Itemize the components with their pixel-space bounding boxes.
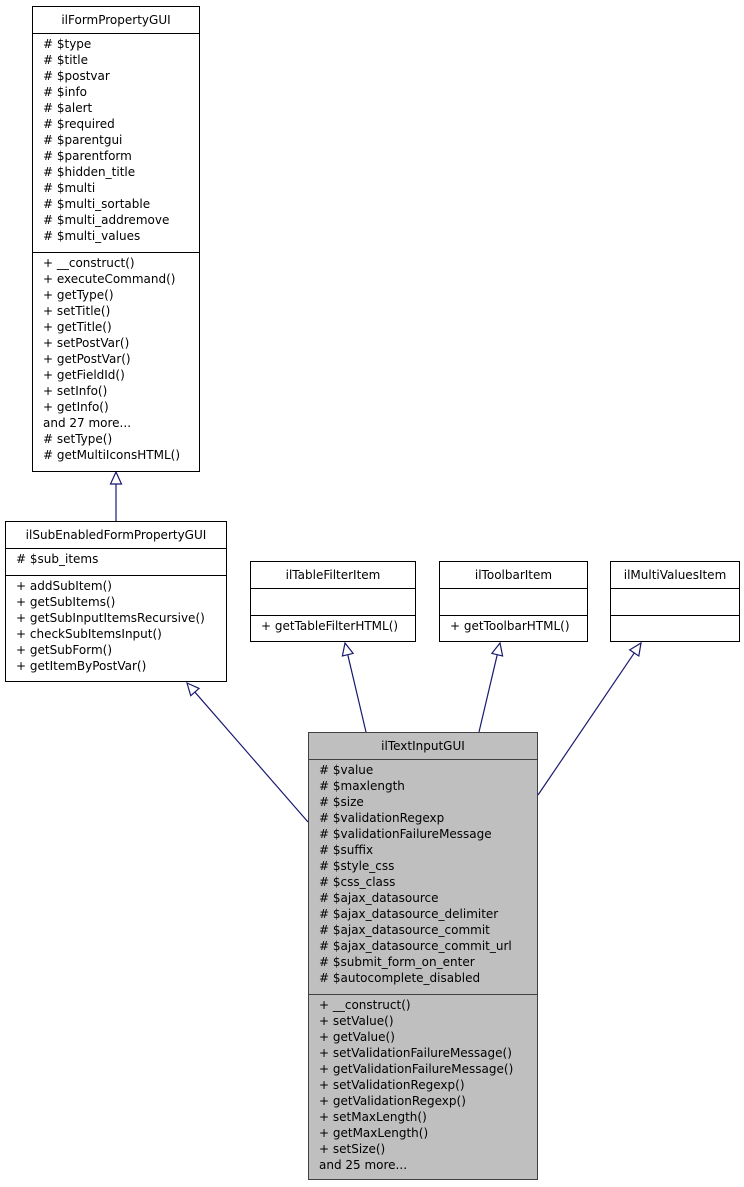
methods-section: + getToolbarHTML() — [440, 616, 587, 634]
class-name[interactable]: ilTableFilterItem — [251, 562, 415, 589]
attribute: # $required — [43, 117, 115, 131]
method: + checkSubItemsInput() — [16, 627, 162, 641]
method: + getInfo() — [43, 400, 109, 414]
attribute: # $autocomplete_disabled — [319, 971, 481, 985]
attribute: # $sub_items — [16, 552, 99, 566]
method: + setPostVar() — [43, 336, 130, 350]
attribute: # $maxlength — [319, 779, 405, 793]
attribute: # $ajax_datasource_commit — [319, 923, 490, 937]
inheritance-arrowhead-icon — [628, 641, 642, 658]
method: + setInfo() — [43, 384, 108, 398]
methods-section: + getTableFilterHTML() — [251, 616, 415, 634]
method: # setType() — [43, 432, 113, 446]
method: + getValue() — [319, 1030, 395, 1044]
edge-line — [537, 652, 635, 796]
class-name[interactable]: ilMultiValuesItem — [611, 562, 739, 589]
attribute: # $ajax_datasource — [319, 891, 439, 905]
method: + getValidationRegexp() — [319, 1094, 466, 1108]
edge-line — [347, 654, 367, 733]
class-name[interactable]: ilTextInputGUI — [309, 733, 537, 760]
inheritance-arrowhead-icon — [109, 470, 123, 485]
attribute: # $multi_values — [43, 229, 141, 243]
method: + getPostVar() — [43, 352, 131, 366]
attribute: # $validationFailureMessage — [319, 827, 492, 841]
methods-section: + __construct() + executeCommand() + getTy… — [33, 253, 199, 463]
method: # getMultiIconsHTML() — [43, 448, 180, 462]
more-methods-link[interactable]: and 25 more... — [319, 1157, 537, 1173]
attribute: # $title — [43, 53, 88, 67]
attribute: # $parentgui — [43, 133, 123, 147]
attribute: # $css_class — [319, 875, 396, 889]
method: + getType() — [43, 288, 114, 302]
class-box-ilTextInputGUI[interactable]: ilTextInputGUI # $value # $maxlength # $siz… — [308, 732, 538, 1180]
attribute: # $hidden_title — [43, 165, 136, 179]
attribute: # $value — [319, 763, 374, 777]
attributes-section — [440, 589, 587, 616]
attributes-section: # $value # $maxlength # $size # $validation… — [309, 760, 537, 995]
method: + getSubItems() — [16, 595, 116, 609]
attributes-section: # $sub_items — [6, 549, 226, 576]
attribute: # $info — [43, 85, 88, 99]
method: + setValue() — [319, 1014, 394, 1028]
inheritance-arrowhead-icon — [490, 641, 504, 657]
attributes-section — [251, 589, 415, 616]
method: + getSubForm() — [16, 643, 113, 657]
class-name[interactable]: ilFormPropertyGUI — [33, 7, 199, 34]
method: + executeCommand() — [43, 272, 176, 286]
method: + setValidationFailureMessage() — [319, 1046, 512, 1060]
edge-line — [194, 691, 309, 823]
attribute: # $style_css — [319, 859, 395, 873]
attribute: # $parentform — [43, 149, 132, 163]
class-box-ilSubEnabledFormPropertyGUI[interactable]: ilSubEnabledFormPropertyGUI # $sub_items +… — [5, 521, 227, 682]
method: + getItemByPostVar() — [16, 659, 147, 673]
method: + __construct() — [43, 256, 135, 270]
methods-section — [611, 616, 739, 618]
attribute: # $ajax_datasource_delimiter — [319, 907, 499, 921]
method: + getTitle() — [43, 320, 112, 334]
attribute: # $ajax_datasource_commit_url — [319, 939, 512, 953]
method: + setTitle() — [43, 304, 111, 318]
method: + getSubInputItemsRecursive() — [16, 611, 205, 625]
attribute: # $validationRegexp — [319, 811, 445, 825]
method: + setValidationRegexp() — [319, 1078, 465, 1092]
attribute: # $multi — [43, 181, 96, 195]
method: + __construct() — [319, 998, 411, 1012]
methods-section: + addSubItem() + getSubItems() + getSubInp… — [6, 576, 226, 674]
edge-ilTextInputGUI-to-ilMultiValuesItem — [537, 641, 642, 796]
inheritance-arrowhead-icon — [186, 681, 201, 697]
method: + setSize() — [319, 1142, 386, 1156]
attribute: # $type — [43, 37, 92, 51]
attributes-section — [611, 589, 739, 616]
attribute: # $submit_form_on_enter — [319, 955, 475, 969]
class-name[interactable]: ilToolbarItem — [440, 562, 587, 589]
class-box-ilFormPropertyGUI[interactable]: ilFormPropertyGUI # $type # $title # $postv… — [32, 6, 200, 472]
method: + getMaxLength() — [319, 1126, 429, 1140]
class-box-ilMultiValuesItem[interactable]: ilMultiValuesItem — [610, 561, 740, 642]
method: + setMaxLength() — [319, 1110, 427, 1124]
attributes-section: # $type # $title # $postvar # $info # $alert… — [33, 34, 199, 253]
edge-ilTextInputGUI-to-ilTableFilterItem — [341, 641, 367, 733]
attribute: # $multi_sortable — [43, 197, 151, 211]
method: + getToolbarHTML() — [450, 619, 570, 633]
edge-line — [478, 654, 498, 733]
attribute: # $alert — [43, 101, 93, 115]
edge-ilTextInputGUI-to-ilToolbarItem — [478, 641, 504, 733]
attribute: # $size — [319, 795, 364, 809]
class-box-ilTableFilterItem[interactable]: ilTableFilterItem + getTableFilterHTML() — [250, 561, 416, 642]
method: + addSubItem() — [16, 579, 112, 593]
class-box-ilToolbarItem[interactable]: ilToolbarItem + getToolbarHTML() — [439, 561, 588, 642]
method: + getFieldId() — [43, 368, 125, 382]
attribute: # $postvar — [43, 69, 110, 83]
edge-ilTextInputGUI-to-ilSubEnabledFormPropertyGUI — [186, 681, 309, 823]
inheritance-arrowhead-icon — [341, 641, 355, 657]
method: + getValidationFailureMessage() — [319, 1062, 514, 1076]
method: + getTableFilterHTML() — [261, 619, 399, 633]
class-name[interactable]: ilSubEnabledFormPropertyGUI — [6, 522, 226, 549]
edge-ilSubEnabledFormPropertyGUI-to-ilFormPropertyGUI — [109, 470, 123, 521]
more-methods-link[interactable]: and 27 more... — [43, 415, 199, 431]
methods-section: + __construct() + setValue() + getValue() +… — [309, 995, 537, 1173]
attribute: # $suffix — [319, 843, 374, 857]
attribute: # $multi_addremove — [43, 213, 170, 227]
